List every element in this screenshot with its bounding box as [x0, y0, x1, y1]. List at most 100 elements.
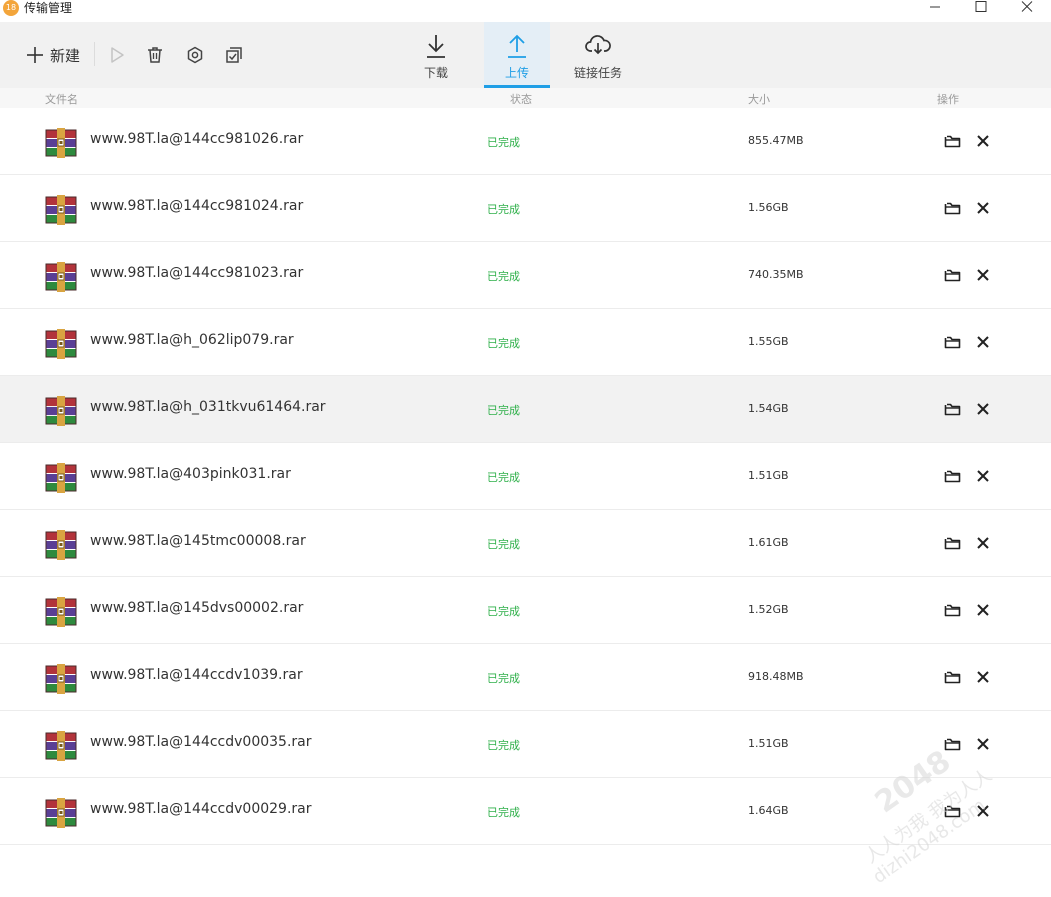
rar-archive-icon — [45, 328, 77, 360]
remove-icon[interactable] — [975, 669, 991, 685]
column-header-status[interactable]: 状态 — [510, 91, 532, 107]
table-row[interactable]: www.98T.la@144cc981026.rar 已完成 855.47MB — [0, 108, 1051, 175]
file-name: www.98T.la@144cc981024.rar — [90, 198, 304, 214]
upload-icon — [508, 34, 526, 58]
rar-archive-icon — [45, 127, 77, 159]
file-name: www.98T.la@145dvs00002.rar — [90, 600, 304, 616]
table-row[interactable]: www.98T.la@145tmc00008.rar 已完成 1.61GB — [0, 510, 1051, 577]
file-name: www.98T.la@144cc981023.rar — [90, 265, 304, 281]
app-icon: 18 — [3, 0, 19, 16]
file-size: 855.47MB — [748, 134, 804, 147]
file-size: 1.64GB — [748, 804, 789, 817]
status-label: 已完成 — [487, 605, 520, 618]
open-folder-icon[interactable] — [944, 267, 961, 283]
remove-icon[interactable] — [975, 200, 991, 216]
tab-download-label: 下载 — [423, 66, 448, 80]
maximize-icon[interactable] — [971, 0, 991, 14]
new-task-label: 新建 — [49, 46, 80, 65]
rar-archive-icon — [45, 797, 77, 829]
file-size: 1.56GB — [748, 201, 789, 214]
remove-icon[interactable] — [975, 334, 991, 350]
table-row[interactable]: www.98T.la@144cc981024.rar 已完成 1.56GB — [0, 175, 1051, 242]
table-header: 文件名 状态 大小 操作 — [0, 88, 1051, 108]
trash-icon — [148, 47, 162, 63]
download-icon — [427, 35, 445, 58]
table-row[interactable]: www.98T.la@h_031tkvu61464.rar 已完成 1.54GB — [0, 376, 1051, 443]
file-name: www.98T.la@144cc981026.rar — [90, 131, 304, 147]
column-header-size[interactable]: 大小 — [748, 91, 770, 107]
status-label: 已完成 — [487, 739, 520, 752]
status-label: 已完成 — [487, 337, 520, 350]
remove-icon[interactable] — [975, 736, 991, 752]
toolbar: 新建 下载 上传 链接任务 — [0, 22, 1051, 88]
tab-link-tasks[interactable]: 链接任务 — [568, 22, 628, 88]
file-name: www.98T.la@144ccdv00035.rar — [90, 734, 312, 750]
table-row[interactable]: www.98T.la@403pink031.rar 已完成 1.51GB — [0, 443, 1051, 510]
open-folder-icon[interactable] — [944, 334, 961, 350]
file-size: 1.51GB — [748, 737, 789, 750]
file-name: www.98T.la@h_062lip079.rar — [90, 332, 294, 348]
remove-icon[interactable] — [975, 133, 991, 149]
play-icon — [111, 47, 124, 63]
remove-icon[interactable] — [975, 602, 991, 618]
gear-icon — [187, 46, 203, 64]
open-folder-icon[interactable] — [944, 200, 961, 216]
delete-button[interactable] — [144, 22, 166, 88]
open-folder-icon[interactable] — [944, 535, 961, 551]
status-label: 已完成 — [487, 270, 520, 283]
title-bar: 18 传输管理 — [0, 0, 1051, 22]
plus-icon — [26, 47, 43, 63]
open-folder-icon[interactable] — [944, 468, 961, 484]
cloud-download-icon — [585, 35, 611, 55]
rar-archive-icon — [45, 663, 77, 695]
open-folder-icon[interactable] — [944, 669, 961, 685]
rar-archive-icon — [45, 596, 77, 628]
status-label: 已完成 — [487, 806, 520, 819]
tab-upload[interactable]: 上传 — [484, 22, 550, 88]
status-label: 已完成 — [487, 203, 520, 216]
rar-archive-icon — [45, 529, 77, 561]
table-row[interactable]: www.98T.la@144cc981023.rar 已完成 740.35MB — [0, 242, 1051, 309]
remove-icon[interactable] — [975, 468, 991, 484]
rar-archive-icon — [45, 730, 77, 762]
rar-archive-icon — [45, 194, 77, 226]
window-title: 传输管理 — [24, 1, 73, 15]
open-folder-icon[interactable] — [944, 803, 961, 819]
remove-icon[interactable] — [975, 401, 991, 417]
remove-icon[interactable] — [975, 535, 991, 551]
table-row[interactable]: www.98T.la@h_062lip079.rar 已完成 1.55GB — [0, 309, 1051, 376]
tab-upload-label: 上传 — [504, 66, 529, 80]
checkbox-multiple-icon — [226, 47, 242, 63]
remove-icon[interactable] — [975, 803, 991, 819]
status-label: 已完成 — [487, 471, 520, 484]
table-row[interactable]: www.98T.la@145dvs00002.rar 已完成 1.52GB — [0, 577, 1051, 644]
tab-download[interactable]: 下载 — [406, 22, 466, 88]
open-folder-icon[interactable] — [944, 736, 961, 752]
status-label: 已完成 — [487, 538, 520, 551]
open-folder-icon[interactable] — [944, 133, 961, 149]
file-size: 1.55GB — [748, 335, 789, 348]
file-size: 1.61GB — [748, 536, 789, 549]
minimize-icon[interactable] — [925, 0, 945, 14]
open-folder-icon[interactable] — [944, 401, 961, 417]
file-size: 1.54GB — [748, 402, 789, 415]
remove-icon[interactable] — [975, 267, 991, 283]
column-header-name[interactable]: 文件名 — [45, 91, 78, 107]
toolbar-divider — [94, 42, 95, 66]
rar-archive-icon — [45, 462, 77, 494]
table-row[interactable]: www.98T.la@144ccdv1039.rar 已完成 918.48MB — [0, 644, 1051, 711]
open-folder-icon[interactable] — [944, 602, 961, 618]
table-row[interactable]: www.98T.la@144ccdv00029.rar 已完成 1.64GB — [0, 778, 1051, 845]
start-button[interactable] — [106, 22, 128, 88]
rar-archive-icon — [45, 261, 77, 293]
file-size: 918.48MB — [748, 670, 804, 683]
table-row[interactable]: www.98T.la@144ccdv00035.rar 已完成 1.51GB — [0, 711, 1051, 778]
file-name: www.98T.la@h_031tkvu61464.rar — [90, 399, 326, 415]
new-task-button[interactable]: 新建 — [20, 22, 86, 88]
status-label: 已完成 — [487, 404, 520, 417]
close-window-icon[interactable] — [1017, 0, 1037, 14]
settings-button[interactable] — [184, 22, 206, 88]
select-all-button[interactable] — [223, 22, 245, 88]
file-name: www.98T.la@403pink031.rar — [90, 466, 291, 482]
tab-link-tasks-label: 链接任务 — [573, 66, 622, 80]
